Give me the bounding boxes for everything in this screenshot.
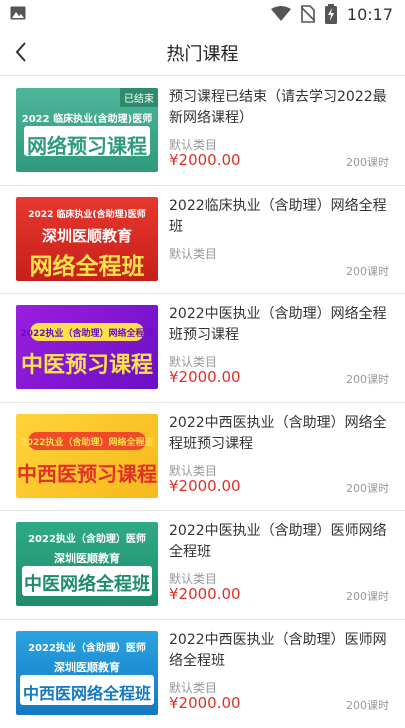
status-bar: 10:17	[0, 0, 405, 28]
course-thumbnail: 2022执业（含助理）网络全程班 中西医预习课程	[16, 414, 158, 498]
course-item[interactable]: 已结束 2022 临床执业(含助理)医师 网络预习课程 预习课程已结束（请去学习…	[0, 77, 405, 186]
course-thumbnail: 2022 临床执业(含助理)医师 深圳医顺教育 网络全程班	[16, 197, 158, 281]
banner-subtitle: 2022执业（含助理）医师	[16, 639, 158, 654]
course-title: 2022中西医执业（含助理）医师网络全程班	[169, 630, 389, 672]
course-price: ¥2000.00	[169, 151, 241, 169]
course-thumbnail: 2022执业（含助理）医师 深圳医顺教育 中西医网络全程班	[16, 631, 158, 715]
course-thumbnail: 2022执业（含助理）网络全程班 中医预习课程	[16, 305, 158, 389]
banner-brand: 深圳医顺教育	[16, 550, 158, 566]
banner-brand: 深圳医顺教育	[16, 659, 158, 675]
page-title: 热门课程	[0, 40, 405, 66]
course-item[interactable]: 2022执业（含助理）医师 深圳医顺教育 中西医网络全程班 2022中西医执业（…	[0, 620, 405, 728]
course-thumbnail: 2022执业（含助理）医师 深圳医顺教育 中医网络全程班	[16, 522, 158, 606]
banner-title: 网络预习课程	[16, 130, 158, 159]
course-hours: 200课时	[346, 371, 389, 387]
course-title: 2022临床执业（含助理）网络全程班	[169, 196, 389, 238]
course-price: ¥2000.00	[169, 694, 241, 712]
course-hours: 200课时	[346, 154, 389, 170]
course-hours: 200课时	[346, 697, 389, 713]
course-hours: 200课时	[346, 480, 389, 496]
course-price: ¥2000.00	[169, 477, 241, 495]
course-thumbnail: 已结束 2022 临床执业(含助理)医师 网络预习课程	[16, 88, 158, 172]
banner-title: 中西医预习课程	[16, 458, 158, 487]
banner-brand: 深圳医顺教育	[16, 225, 158, 246]
ended-badge: 已结束	[120, 88, 158, 107]
course-title: 2022中西医执业（含助理）网络全程班预习课程	[169, 413, 389, 455]
course-item[interactable]: 2022执业（含助理）网络全程班 中医预习课程 2022中医执业（含助理）网络全…	[0, 294, 405, 403]
banner-title: 中医预习课程	[16, 347, 158, 379]
course-item[interactable]: 2022执业（含助理）网络全程班 中西医预习课程 2022中西医执业（含助理）网…	[0, 403, 405, 512]
header-bar: 热门课程	[0, 28, 405, 76]
course-hours: 200课时	[346, 263, 389, 279]
banner-title: 中医网络全程班	[16, 570, 158, 596]
course-title: 2022中医执业（含助理）网络全程班预习课程	[169, 304, 389, 346]
banner-subtitle: 2022执业（含助理）医师	[16, 530, 158, 545]
course-hours: 200课时	[346, 588, 389, 604]
course-item[interactable]: 2022 临床执业(含助理)医师 深圳医顺教育 网络全程班 2022临床执业（含…	[0, 186, 405, 295]
image-notification-icon	[10, 6, 26, 20]
wifi-icon	[271, 6, 291, 22]
status-time: 10:17	[347, 5, 393, 24]
banner-title: 网络全程班	[16, 247, 158, 281]
no-sim-icon	[301, 5, 315, 23]
banner-title: 中西医网络全程班	[16, 680, 158, 704]
course-title: 2022中医执业（含助理）医师网络全程班	[169, 521, 389, 563]
banner-subtitle: 2022执业（含助理）网络全程班	[16, 435, 158, 448]
course-price: ¥2000.00	[169, 585, 241, 603]
course-list: 已结束 2022 临床执业(含助理)医师 网络预习课程 预习课程已结束（请去学习…	[0, 77, 405, 728]
course-title: 预习课程已结束（请去学习2022最新网络课程）	[169, 87, 389, 129]
banner-subtitle: 2022执业（含助理）网络全程班	[16, 326, 158, 339]
course-item[interactable]: 2022执业（含助理）医师 深圳医顺教育 中医网络全程班 2022中医执业（含助…	[0, 511, 405, 620]
banner-subtitle: 2022 临床执业(含助理)医师	[16, 207, 158, 220]
course-category: 默认类目	[169, 245, 217, 262]
banner-subtitle: 2022 临床执业(含助理)医师	[16, 110, 158, 125]
battery-charging-icon	[325, 4, 337, 24]
course-price: ¥2000.00	[169, 368, 241, 386]
